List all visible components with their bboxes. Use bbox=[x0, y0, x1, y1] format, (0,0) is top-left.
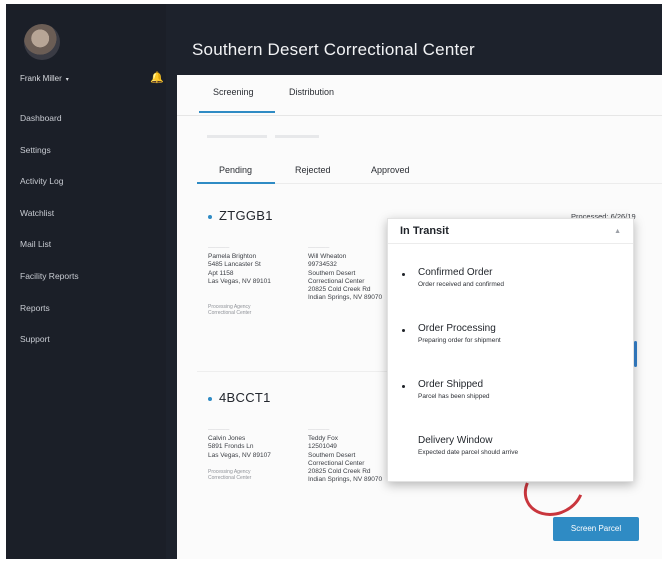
avatar[interactable] bbox=[24, 24, 60, 60]
sidebar-item-support[interactable]: Support bbox=[20, 333, 79, 365]
sender-address: Pamela Brighton 5485 Lancaster St Apt 11… bbox=[208, 253, 271, 285]
tab-rejected[interactable]: Rejected bbox=[295, 165, 331, 175]
step-title: Confirmed Order bbox=[418, 267, 493, 278]
user-menu[interactable]: Frank Miller ▾ bbox=[20, 74, 69, 83]
bell-icon[interactable]: 🔔 bbox=[150, 71, 164, 84]
step-bullet-icon bbox=[402, 385, 405, 388]
tab-screening[interactable]: Screening bbox=[213, 87, 254, 97]
step-title: Delivery Window bbox=[418, 435, 493, 446]
sender-address: Calvin Jones 5891 Fronds Ln Las Vegas, N… bbox=[208, 435, 271, 459]
sender-note: Processing Agency Correctional Center bbox=[208, 469, 252, 481]
popup-divider bbox=[388, 243, 633, 244]
active-subtab-indicator bbox=[197, 182, 275, 184]
screen-parcel-button[interactable]: Screen Parcel bbox=[553, 517, 639, 541]
sender-label: ────── bbox=[208, 245, 230, 251]
step-desc: Order received and confirmed bbox=[418, 281, 504, 288]
recipient-address: Teddy Fox 12501049 Southern Desert Corre… bbox=[308, 435, 383, 484]
sidebar-item-dashboard[interactable]: Dashboard bbox=[20, 112, 79, 144]
sidebar-item-watchlist[interactable]: Watchlist bbox=[20, 207, 79, 239]
recipient-address: Will Wheaton 99734532 Southern Desert Co… bbox=[308, 253, 383, 302]
tab-pending[interactable]: Pending bbox=[219, 165, 252, 175]
bullet-icon bbox=[208, 397, 212, 401]
step-desc: Parcel has been shipped bbox=[418, 393, 490, 400]
chevron-down-icon: ▾ bbox=[65, 77, 69, 83]
step-title: Order Processing bbox=[418, 323, 496, 334]
parcel-id[interactable]: ZTGGB1 bbox=[219, 208, 273, 223]
sidebar-item-reports[interactable]: Reports bbox=[20, 302, 79, 334]
card-divider bbox=[197, 371, 397, 372]
sidebar-item-facility-reports[interactable]: Facility Reports bbox=[20, 270, 79, 302]
step-desc: Preparing order for shipment bbox=[418, 337, 501, 344]
popup-title: In Transit bbox=[400, 225, 449, 237]
sidebar-nav: Dashboard Settings Activity Log Watchlis… bbox=[20, 112, 79, 365]
tracking-popup: In Transit ▲ Confirmed Order Order recei… bbox=[387, 218, 634, 482]
tab-approved[interactable]: Approved bbox=[371, 165, 410, 175]
sidebar-item-mail-list[interactable]: Mail List bbox=[20, 238, 79, 270]
step-bullet-icon bbox=[402, 329, 405, 332]
active-tab-indicator bbox=[199, 111, 275, 113]
sender-note: Processing Agency Correctional Center bbox=[208, 304, 252, 316]
recipient-label: ────── bbox=[308, 427, 330, 433]
chevron-up-icon[interactable]: ▲ bbox=[614, 228, 621, 235]
parcel-id[interactable]: 4BCCT1 bbox=[219, 390, 271, 405]
sender-label: ────── bbox=[208, 427, 230, 433]
step-desc: Expected date parcel should arrive bbox=[418, 449, 519, 456]
step-bullet-icon bbox=[402, 273, 405, 276]
filter-placeholder bbox=[207, 125, 357, 138]
scrollbar[interactable] bbox=[634, 341, 637, 367]
sidebar-item-activity-log[interactable]: Activity Log bbox=[20, 175, 79, 207]
app-window: Frank Miller ▾ 🔔 Dashboard Settings Activ… bbox=[6, 4, 662, 559]
page-title: Southern Desert Correctional Center bbox=[192, 40, 475, 59]
sidebar: Frank Miller ▾ 🔔 Dashboard Settings Activ… bbox=[6, 4, 166, 559]
tab-distribution[interactable]: Distribution bbox=[289, 87, 334, 97]
user-name: Frank Miller bbox=[20, 74, 62, 83]
bullet-icon bbox=[208, 215, 212, 219]
recipient-label: ────── bbox=[308, 245, 330, 251]
step-title: Order Shipped bbox=[418, 379, 484, 390]
tab-bar: Screening Distribution bbox=[177, 75, 662, 116]
sidebar-item-settings[interactable]: Settings bbox=[20, 144, 79, 176]
